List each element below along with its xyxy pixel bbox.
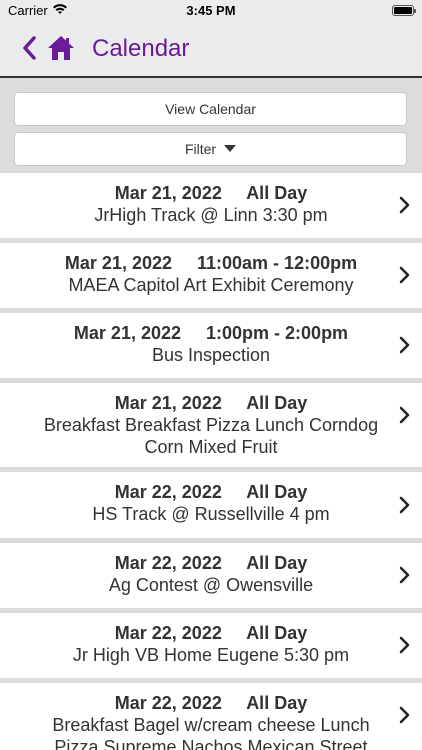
event-time: All Day	[246, 183, 308, 203]
event-date-time: Mar 21, 2022 All Day	[0, 182, 422, 204]
event-date: Mar 22, 2022	[114, 553, 222, 573]
event-date: Mar 22, 2022	[114, 693, 222, 713]
status-time: 3:45 PM	[186, 3, 236, 18]
nav-bar: Calendar	[0, 22, 422, 78]
event-title: Jr High VB Home Eugene 5:30 pm	[72, 645, 350, 665]
event-list-item[interactable]: Mar 21, 2022 11:00am - 12:00pm MAEA Capi…	[0, 243, 422, 308]
event-time: All Day	[246, 553, 308, 573]
event-time: All Day	[246, 623, 308, 643]
event-time: 1:00pm - 2:00pm	[206, 323, 349, 343]
chevron-right-icon	[399, 196, 410, 214]
event-date: Mar 22, 2022	[114, 623, 222, 643]
event-date-time: Mar 21, 2022 11:00am - 12:00pm	[0, 252, 422, 274]
event-title: Ag Contest @ Owensville	[108, 575, 314, 595]
chevron-right-icon	[399, 706, 410, 724]
event-title: HS Track @ Russellville 4 pm	[92, 504, 330, 524]
chevron-right-icon	[399, 636, 410, 654]
event-date-time: Mar 22, 2022 All Day	[0, 692, 422, 714]
event-time: All Day	[246, 393, 308, 413]
chevron-right-icon	[399, 406, 410, 424]
event-date-time: Mar 21, 2022 1:00pm - 2:00pm	[0, 322, 422, 344]
event-date-time: Mar 22, 2022 All Day	[0, 622, 422, 644]
page-title: Calendar	[92, 35, 190, 62]
chevron-right-icon	[399, 266, 410, 284]
chevron-left-icon[interactable]	[18, 34, 42, 62]
event-time: All Day	[246, 482, 308, 502]
chevron-right-icon	[399, 336, 410, 354]
event-date: Mar 21, 2022	[114, 393, 222, 413]
calendar-controls: View Calendar Filter	[0, 80, 422, 172]
event-list-item[interactable]: Mar 22, 2022 All Day Jr High VB Home Eug…	[0, 613, 422, 678]
filter-button[interactable]: Filter	[14, 132, 407, 166]
view-calendar-label: View Calendar	[165, 101, 256, 117]
event-title: JrHigh Track @ Linn 3:30 pm	[94, 205, 328, 225]
event-date-time: Mar 22, 2022 All Day	[0, 481, 422, 503]
caret-down-icon	[224, 145, 237, 152]
battery-icon	[392, 5, 416, 16]
event-date: Mar 21, 2022	[64, 253, 172, 273]
event-time: All Day	[246, 693, 308, 713]
event-title: Bus Inspection	[151, 345, 271, 365]
event-date: Mar 21, 2022	[73, 323, 181, 343]
home-icon[interactable]	[46, 34, 76, 62]
chevron-right-icon	[399, 496, 410, 514]
event-title: MAEA Capitol Art Exhibit Ceremony	[68, 275, 354, 295]
status-bar: Carrier 3:45 PM	[0, 0, 422, 22]
event-list-item[interactable]: Mar 21, 2022 All Day JrHigh Track @ Linn…	[0, 173, 422, 238]
event-date: Mar 22, 2022	[114, 482, 222, 502]
filter-label: Filter	[184, 141, 217, 157]
event-list-item[interactable]: Mar 22, 2022 All Day Breakfast Bagel w/c…	[0, 683, 422, 750]
event-list-item[interactable]: Mar 21, 2022 All Day Breakfast Breakfast…	[0, 383, 422, 467]
event-list-item[interactable]: Mar 22, 2022 All Day Ag Contest @ Owensv…	[0, 543, 422, 608]
event-list-item[interactable]: Mar 22, 2022 All Day HS Track @ Russellv…	[0, 472, 422, 538]
event-title: Breakfast Bagel w/cream cheese Lunch Piz…	[52, 715, 370, 750]
event-time: 11:00am - 12:00pm	[197, 253, 358, 273]
view-calendar-button[interactable]: View Calendar	[14, 92, 407, 126]
event-date-time: Mar 21, 2022 All Day	[0, 392, 422, 414]
event-title: Breakfast Breakfast Pizza Lunch Corndog …	[43, 415, 379, 457]
event-date: Mar 21, 2022	[114, 183, 222, 203]
chevron-right-icon	[399, 566, 410, 584]
event-list-item[interactable]: Mar 21, 2022 1:00pm - 2:00pm Bus Inspect…	[0, 313, 422, 378]
event-date-time: Mar 22, 2022 All Day	[0, 552, 422, 574]
